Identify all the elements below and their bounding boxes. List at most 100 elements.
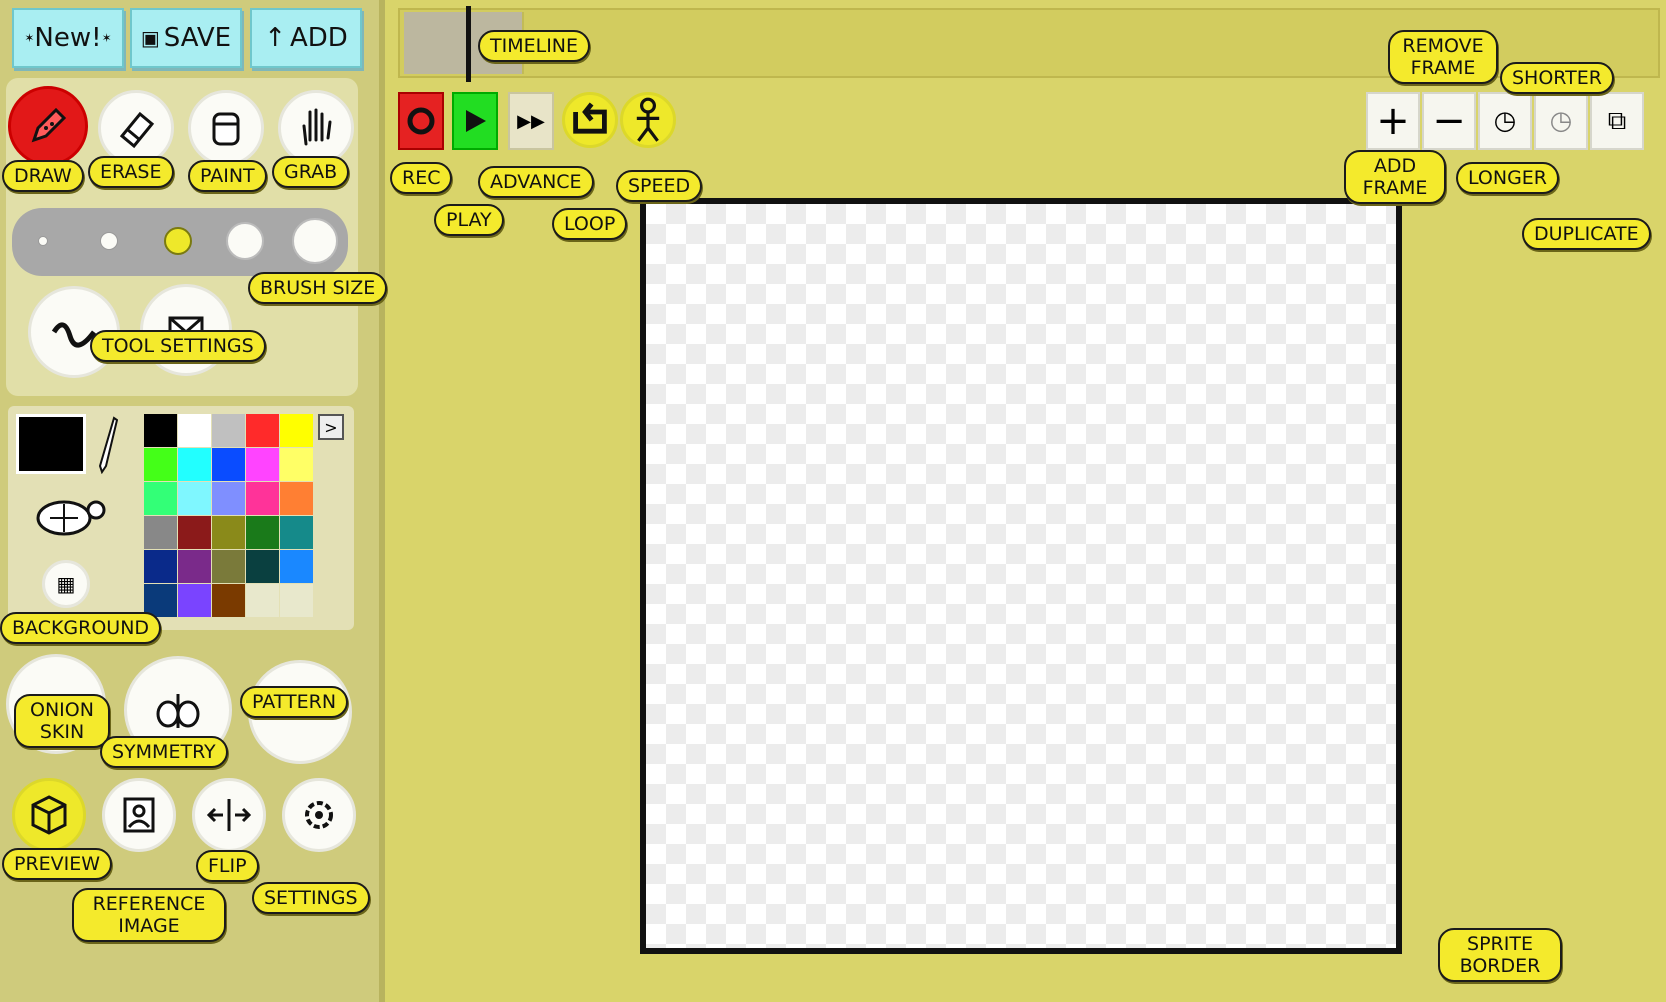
paint-tool-button[interactable]: [188, 90, 264, 166]
plus-icon: +: [1376, 98, 1410, 144]
turtle-icon[interactable]: [30, 490, 108, 542]
longer-label: LONGER: [1456, 162, 1560, 194]
gear-icon: [305, 801, 333, 829]
brush-size-1[interactable]: [38, 236, 48, 246]
minus-icon: −: [1432, 98, 1466, 144]
color-swatch[interactable]: [144, 516, 177, 549]
loop-button[interactable]: [562, 92, 618, 148]
color-swatch[interactable]: [246, 482, 279, 515]
add-button[interactable]: ↑ ADD: [250, 8, 362, 68]
color-swatch[interactable]: [144, 550, 177, 583]
color-swatch[interactable]: [280, 414, 313, 447]
new-button-label: New!: [34, 23, 102, 53]
color-swatch[interactable]: [144, 414, 177, 447]
color-swatch[interactable]: [246, 550, 279, 583]
duplicate-button[interactable]: ⧉: [1590, 92, 1644, 150]
erase-tool-button[interactable]: [98, 90, 174, 166]
color-swatch[interactable]: [280, 482, 313, 515]
brush-size-3[interactable]: [164, 227, 192, 255]
timeline-label: TIMELINE: [478, 30, 591, 62]
color-swatch[interactable]: [178, 414, 211, 447]
color-swatch[interactable]: [280, 516, 313, 549]
color-swatch[interactable]: [212, 482, 245, 515]
color-swatch[interactable]: [280, 550, 313, 583]
color-swatch[interactable]: [178, 584, 211, 617]
preview-label: PREVIEW: [2, 848, 113, 880]
add-frame-button[interactable]: +: [1366, 92, 1420, 150]
paint-bucket-icon: [212, 112, 240, 146]
color-swatch[interactable]: [178, 516, 211, 549]
color-swatch[interactable]: [246, 516, 279, 549]
record-button[interactable]: [398, 92, 444, 150]
remove-frame-button[interactable]: −: [1422, 92, 1476, 150]
loop-icon: [573, 102, 607, 134]
color-swatch[interactable]: [212, 550, 245, 583]
drawing-canvas[interactable]: [640, 198, 1402, 954]
eyedropper-icon[interactable]: [96, 416, 119, 475]
speed-button[interactable]: [620, 92, 676, 148]
running-figure-icon: [636, 97, 660, 142]
save-button-label: SAVE: [163, 23, 232, 53]
color-swatch[interactable]: [212, 448, 245, 481]
grid-icon: ▦: [56, 572, 76, 596]
shorter-button[interactable]: ◷: [1534, 92, 1588, 150]
duplicate-icon: ⧉: [1607, 105, 1627, 136]
settings-button[interactable]: [282, 778, 356, 852]
color-swatch[interactable]: [178, 550, 211, 583]
grab-label: GRAB: [272, 156, 350, 188]
new-button[interactable]: ✶ New! ✶: [12, 8, 124, 68]
erase-label: ERASE: [88, 156, 174, 188]
brush-size-4[interactable]: [226, 222, 264, 260]
playhead[interactable]: [466, 6, 471, 82]
reference-image-label: REFERENCE IMAGE: [72, 888, 226, 942]
add-button-label: ADD: [289, 23, 348, 53]
preview-button[interactable]: [12, 778, 86, 852]
cube-icon: [31, 795, 67, 835]
color-swatch[interactable]: [280, 448, 313, 481]
color-swatch[interactable]: [144, 482, 177, 515]
longer-button[interactable]: ◷: [1478, 92, 1532, 150]
color-swatch[interactable]: [212, 584, 245, 617]
more-colors-button[interactable]: >: [318, 414, 344, 440]
remove-frame-label: REMOVE FRAME: [1388, 30, 1498, 84]
save-button[interactable]: ▣ SAVE: [130, 8, 242, 68]
brush-size-2[interactable]: [100, 232, 118, 250]
background-button[interactable]: ▦: [42, 560, 90, 608]
draw-tool-button[interactable]: [8, 86, 88, 166]
current-color-swatch[interactable]: [16, 414, 86, 474]
color-swatch[interactable]: [178, 482, 211, 515]
rec-label: REC: [390, 162, 453, 194]
color-swatch[interactable]: [144, 448, 177, 481]
record-icon: [407, 107, 435, 135]
reference-image-button[interactable]: [102, 778, 176, 852]
paint-label: PAINT: [188, 160, 267, 192]
flip-button[interactable]: [192, 778, 266, 852]
play-button[interactable]: [452, 92, 498, 150]
tool-settings-label: TOOL SETTINGS: [90, 330, 266, 362]
brush-size-5[interactable]: [292, 218, 338, 264]
duplicate-label: DUPLICATE: [1522, 218, 1651, 250]
pencil-icon: [31, 107, 67, 143]
color-swatch[interactable]: [178, 448, 211, 481]
color-swatch[interactable]: [212, 414, 245, 447]
add-frame-label: ADD FRAME: [1344, 150, 1446, 204]
color-swatch[interactable]: [246, 584, 279, 617]
symmetry-label: SYMMETRY: [100, 736, 228, 768]
color-swatch[interactable]: [280, 584, 313, 617]
draw-label: DRAW: [2, 160, 84, 192]
settings-label: SETTINGS: [252, 882, 370, 914]
background-label: BACKGROUND: [0, 612, 162, 644]
color-swatch[interactable]: [246, 414, 279, 447]
portrait-icon: [123, 797, 155, 833]
color-swatch[interactable]: [246, 448, 279, 481]
grab-tool-button[interactable]: [278, 90, 354, 166]
advance-label: ADVANCE: [478, 166, 594, 198]
up-arrow-icon: ↑: [264, 23, 286, 53]
hand-icon: [302, 108, 332, 146]
play-icon: [466, 110, 486, 132]
flip-arrows-icon: [206, 799, 252, 831]
advance-button[interactable]: ▶▶: [508, 92, 554, 150]
color-swatch[interactable]: [212, 516, 245, 549]
fast-forward-icon: ▶▶: [517, 110, 545, 132]
flip-label: FLIP: [196, 850, 259, 882]
